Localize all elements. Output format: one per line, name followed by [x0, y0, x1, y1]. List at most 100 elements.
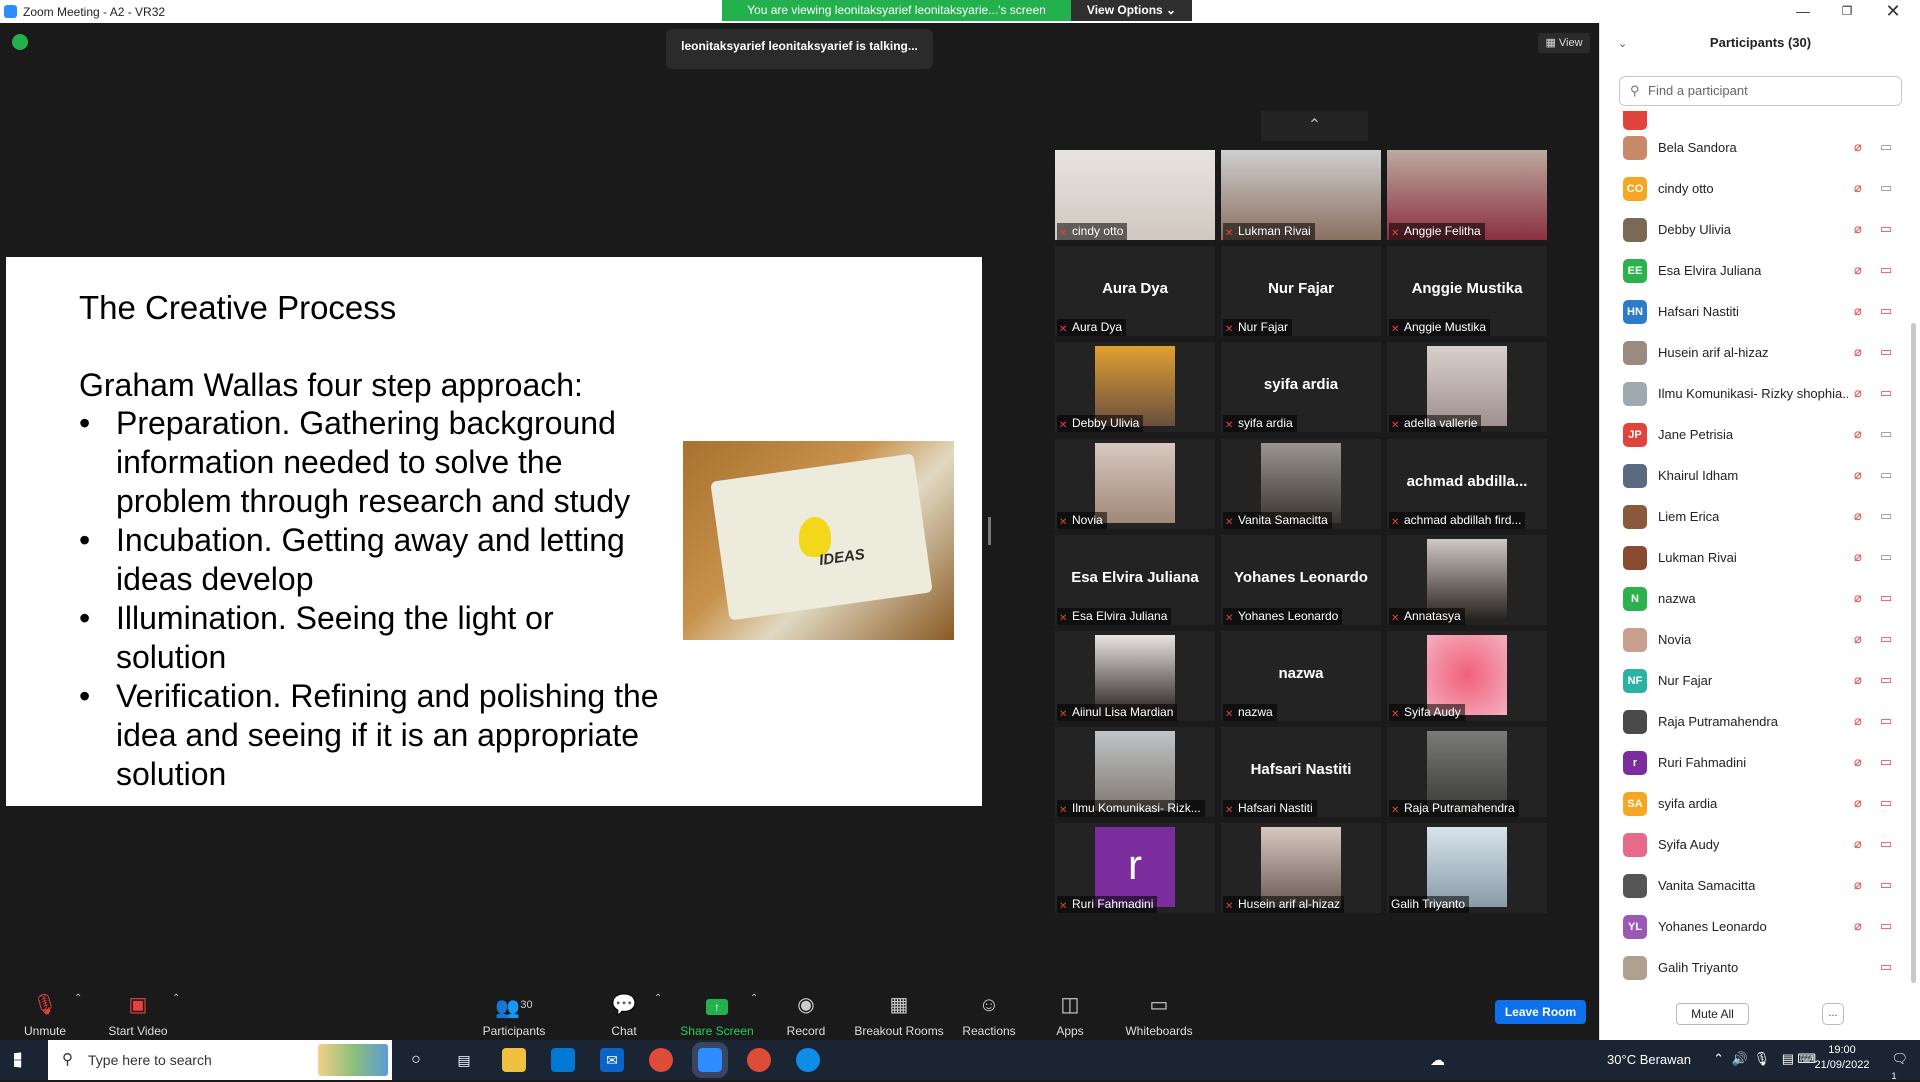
video-off-icon: ▭ — [1880, 836, 1893, 851]
video-tile[interactable]: ✕ Ilmu Komunikasi- Rizk... — [1055, 727, 1215, 818]
teamviewer-icon[interactable] — [796, 1048, 820, 1072]
mail-icon[interactable]: ✉ — [600, 1048, 624, 1072]
participant-row[interactable]: CO cindy otto ⌀ ▭ — [1600, 168, 1908, 209]
apps-button[interactable]: ◫ Apps — [1052, 975, 1088, 1040]
video-tile[interactable]: Hafsari Nastiti ✕ Hafsari Nastiti — [1221, 727, 1381, 818]
video-tile[interactable]: nazwa ✕ nazwa — [1221, 631, 1381, 721]
participant-row[interactable]: Khairul Idham ⌀ ▭ — [1600, 455, 1908, 496]
video-tile[interactable]: ✕ Raja Putramahendra — [1387, 727, 1547, 818]
more-options-button[interactable]: ... — [1822, 1003, 1844, 1025]
view-layout-button[interactable]: ▦ View — [1538, 33, 1590, 53]
view-label: View — [1558, 37, 1583, 49]
participant-row[interactable]: Bela Sandora ⌀ ▭ — [1600, 127, 1908, 168]
taskbar-search-input[interactable]: ⚲ Type here to search — [48, 1040, 392, 1080]
muted-mic-icon: 🎙 — [32, 994, 58, 1016]
microphone-icon[interactable]: 🎙 — [1753, 1051, 1770, 1067]
participant-avatar — [1623, 382, 1647, 406]
participant-row[interactable]: Syifa Audy ⌀ ▭ — [1600, 824, 1908, 865]
video-tile[interactable]: r ✕ Ruri Fahmadini — [1055, 823, 1215, 914]
mute-all-button[interactable]: Mute All — [1676, 1003, 1749, 1025]
video-tile[interactable]: ✕ Anggie Felitha — [1387, 150, 1547, 240]
tray-up-arrow-icon[interactable]: ⌃ — [1713, 1051, 1724, 1067]
video-tile[interactable]: Esa Elvira Juliana ✕ Esa Elvira Juliana — [1055, 534, 1215, 625]
participant-search-input[interactable]: ⚲ Find a participant — [1619, 76, 1902, 106]
start-video-button[interactable]: ▣ Start Video — [106, 975, 170, 1040]
slide-bullet: Illumination. Seeing the light or soluti… — [79, 599, 659, 677]
participant-row[interactable]: Nnazwa ⌀ ▭ — [1600, 578, 1908, 619]
whiteboards-button[interactable]: ▭ Whiteboards — [1124, 975, 1194, 1040]
video-options-caret-icon[interactable]: ⌃ — [172, 993, 180, 1004]
file-explorer-icon[interactable] — [502, 1048, 526, 1072]
chrome-profile-icon[interactable] — [747, 1048, 771, 1072]
video-tile[interactable]: ✕ Novia — [1055, 438, 1215, 529]
video-tile[interactable]: ✕ Lukman Rivai — [1221, 150, 1381, 240]
video-tile[interactable]: achmad abdilla... ✕ achmad abdillah fird..… — [1387, 438, 1547, 529]
video-tile[interactable]: Galih Triyanto — [1387, 823, 1547, 914]
participants-button[interactable]: 👥30 Participants — [478, 975, 550, 1040]
participant-row[interactable]: Lukman Rivai ⌀ ▭ — [1600, 537, 1908, 578]
participant-avatar: YL — [1623, 915, 1647, 939]
video-tile[interactable]: ✕ Debby Ulivia — [1055, 342, 1215, 433]
zoom-logo-icon — [4, 5, 17, 18]
video-tile[interactable]: ✕ Annatasya — [1387, 534, 1547, 625]
maximize-icon[interactable]: ❐ — [1825, 0, 1869, 23]
chrome-icon[interactable] — [649, 1048, 673, 1072]
network-icon[interactable]: ▤ — [1782, 1051, 1794, 1067]
share-screen-button[interactable]: ↑ Share Screen — [680, 975, 754, 1040]
participant-name: nazwa — [1658, 591, 1696, 606]
grid-page-up-icon[interactable]: ⌃ — [1261, 111, 1368, 141]
participant-row[interactable]: JP Jane Petrisia ⌀ ▭ — [1600, 414, 1908, 455]
leave-room-button[interactable]: Leave Room — [1495, 1000, 1586, 1024]
participant-row[interactable]: HN Hafsari Nastiti ⌀ ▭ — [1600, 291, 1908, 332]
reactions-button[interactable]: ☺ Reactions — [962, 975, 1016, 1040]
minimize-icon[interactable]: — — [1781, 0, 1825, 23]
participant-row[interactable]: Debby Ulivia ⌀ ▭ — [1600, 209, 1908, 250]
video-tile[interactable]: ✕ Aiinul Lisa Mardian — [1055, 631, 1215, 721]
participant-row[interactable]: Raja Putramahendra ⌀ ▭ — [1600, 701, 1908, 742]
video-tile[interactable]: Aura Dya ✕ Aura Dya — [1055, 246, 1215, 337]
participant-row[interactable]: r Ruri Fahmadini ⌀ ▭ — [1600, 742, 1908, 783]
participant-row[interactable]: Liem Erica ⌀ ▭ — [1600, 496, 1908, 537]
video-off-icon: ▭ — [1880, 754, 1893, 769]
chat-button[interactable]: 💬 Chat — [604, 975, 644, 1040]
task-view-icon[interactable]: ▤ — [452, 1048, 476, 1072]
view-options-button[interactable]: View Options ⌄ — [1071, 0, 1192, 21]
encryption-shield-icon[interactable] — [12, 34, 28, 50]
clock[interactable]: 19:00 21/09/2022 — [1812, 1044, 1872, 1071]
share-caret-icon[interactable]: ⌃ — [750, 993, 758, 1004]
audio-options-caret-icon[interactable]: ⌃ — [74, 993, 82, 1004]
video-tile[interactable]: ✕ Syifa Audy — [1387, 631, 1547, 721]
close-icon[interactable]: ✕ — [1871, 0, 1915, 23]
breakout-rooms-button[interactable]: ▦ Breakout Rooms — [854, 975, 944, 1040]
participant-row[interactable]: EE Esa Elvira Juliana ⌀ ▭ — [1600, 250, 1908, 291]
video-tile[interactable]: ✕ cindy otto — [1055, 150, 1215, 240]
video-tile[interactable]: Nur Fajar ✕ Nur Fajar — [1221, 246, 1381, 337]
unmute-button[interactable]: 🎙 Unmute — [16, 975, 74, 1040]
split-resize-handle[interactable] — [988, 517, 991, 545]
participant-row[interactable]: Ilmu Komunikasi- Rizky shophia... ⌀ ▭ — [1600, 373, 1908, 414]
weather-text: 30°C Berawan — [1607, 1052, 1691, 1067]
cortana-icon[interactable]: ○ — [404, 1048, 428, 1072]
microsoft-store-icon[interactable] — [551, 1048, 575, 1072]
video-tile[interactable]: syifa ardia ✕ syifa ardia — [1221, 342, 1381, 433]
volume-icon[interactable]: 🔊 — [1732, 1051, 1748, 1067]
participant-search-placeholder: Find a participant — [1648, 83, 1748, 98]
participant-row[interactable]: SA syifa ardia ⌀ ▭ — [1600, 783, 1908, 824]
participant-list-scrollbar[interactable] — [1911, 323, 1916, 983]
video-tile[interactable]: ✕ Husein arif al-hizaz — [1221, 823, 1381, 914]
chat-caret-icon[interactable]: ⌃ — [654, 993, 662, 1004]
windows-start-icon[interactable] — [14, 1052, 22, 1068]
participant-row[interactable]: Vanita Samacitta ⌀ ▭ — [1600, 865, 1908, 906]
record-button[interactable]: ◉ Record — [782, 975, 830, 1040]
video-tile[interactable]: Yohanes Leonardo ✕ Yohanes Leonardo — [1221, 534, 1381, 625]
zoom-taskbar-icon[interactable] — [692, 1042, 728, 1078]
participant-row[interactable]: Husein arif al-hizaz ⌀ ▭ — [1600, 332, 1908, 373]
notification-icon[interactable]: 🗨1 — [1891, 1051, 1908, 1082]
video-tile[interactable]: ✕ adella vallerie — [1387, 342, 1547, 433]
video-tile[interactable]: ✕ Vanita Samacitta — [1221, 438, 1381, 529]
participant-row[interactable]: Galih Triyanto ▭ — [1600, 947, 1908, 988]
participant-row[interactable]: YL Yohanes Leonardo ⌀ ▭ — [1600, 906, 1908, 947]
participant-row[interactable]: NF Nur Fajar ⌀ ▭ — [1600, 660, 1908, 701]
video-tile[interactable]: Anggie Mustika ✕ Anggie Mustika — [1387, 246, 1547, 337]
participant-row[interactable]: Novia ⌀ ▭ — [1600, 619, 1908, 660]
